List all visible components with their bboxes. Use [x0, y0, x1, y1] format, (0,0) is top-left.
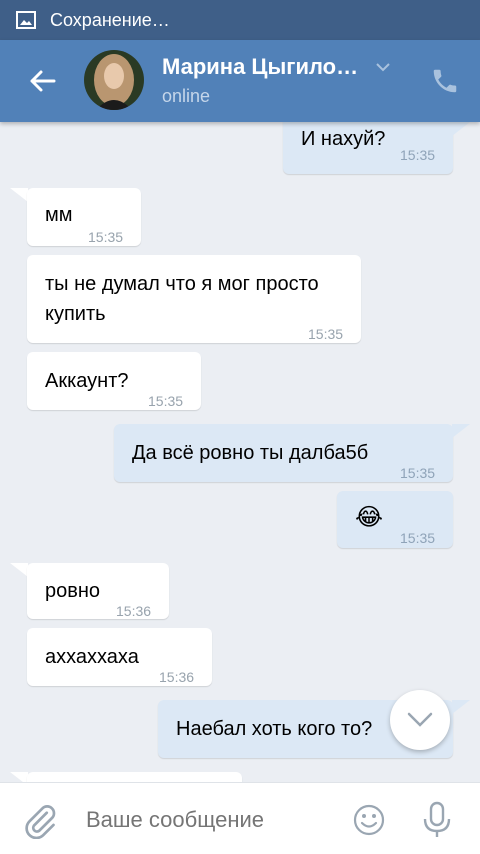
image-icon — [16, 11, 36, 29]
chat-header: Марина Цыгило… online — [0, 40, 480, 122]
bubble-tail — [452, 424, 470, 438]
message-text: Аккаунт? — [45, 370, 129, 392]
scroll-down-button[interactable] — [390, 690, 450, 750]
avatar-photo — [84, 50, 144, 110]
contact-name: Марина Цыгило… — [162, 54, 359, 79]
back-button[interactable] — [0, 40, 84, 122]
bubble-tail — [10, 563, 28, 577]
microphone-icon[interactable] — [420, 801, 454, 839]
message-incoming[interactable]: аххаххаха 15:36 — [27, 628, 212, 686]
message-incoming[interactable]: мм 15:35 — [27, 188, 141, 246]
message-outgoing[interactable]: Да всё ровно ты далба5б 15:35 — [114, 424, 453, 482]
contact-status: online — [162, 86, 211, 106]
bubble-tail — [452, 700, 470, 714]
message-text: мм — [45, 204, 73, 226]
smile-icon[interactable] — [352, 803, 386, 837]
message-time: 15:36 — [159, 669, 195, 685]
status-bar: Сохранение… — [0, 0, 480, 40]
message-time: 15:35 — [308, 326, 344, 342]
message-time: 15:35 — [400, 147, 436, 163]
message-list[interactable]: И нахуй? 15:35 мм 15:35 ты не думал что … — [0, 122, 480, 782]
message-time: 15:35 — [88, 229, 124, 245]
message-text: И нахуй? — [301, 128, 386, 150]
avatar[interactable] — [84, 50, 144, 110]
paperclip-icon[interactable] — [22, 803, 58, 839]
arrow-left-icon — [30, 70, 56, 92]
message-text: Да всё ровно ты далба5б — [132, 442, 369, 464]
message-text: Наебал хоть кого то? — [176, 718, 373, 740]
message-input[interactable] — [86, 805, 336, 835]
message-time: 15:35 — [400, 465, 436, 481]
message-incoming-partial[interactable] — [27, 772, 242, 782]
status-text: Сохранение… — [50, 9, 170, 30]
message-text: ровно — [45, 580, 101, 602]
bubble-tail — [10, 772, 28, 782]
contact-info[interactable]: Марина Цыгило… online — [162, 54, 390, 107]
emoji-laughing: 😂 — [355, 504, 384, 531]
message-incoming[interactable]: Аккаунт? 15:35 — [27, 352, 201, 410]
phone-icon[interactable] — [430, 66, 460, 96]
composer — [0, 782, 480, 854]
message-text-line: купить — [45, 303, 106, 325]
message-text-line: ты не думал что я мог просто — [45, 273, 319, 295]
message-outgoing[interactable]: 😂 15:35 — [337, 491, 453, 548]
chevron-down-icon[interactable] — [376, 62, 390, 72]
message-incoming[interactable]: ты не думал что я мог просто купить 15:3… — [27, 255, 361, 343]
bubble-tail — [10, 188, 28, 202]
chevron-down-icon — [407, 712, 433, 727]
message-incoming[interactable]: ровно 15:36 — [27, 563, 169, 619]
message-time: 15:36 — [116, 603, 152, 619]
message-time: 15:35 — [400, 530, 436, 546]
message-time: 15:35 — [148, 393, 184, 409]
message-text: аххаххаха — [45, 646, 139, 668]
message-outgoing[interactable]: И нахуй? 15:35 — [283, 122, 453, 174]
bubble-tail — [452, 122, 470, 136]
